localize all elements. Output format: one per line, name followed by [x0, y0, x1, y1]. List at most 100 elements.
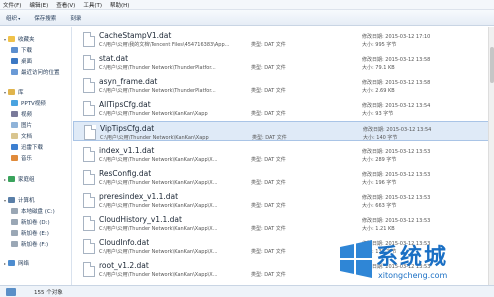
dat-file-icon — [83, 147, 95, 162]
file-modified-date: 修改日期: 2015-03-12 13:58 — [362, 80, 431, 86]
document-icon — [11, 133, 18, 139]
dat-file-icon — [83, 170, 95, 185]
file-size: 大小: 663 字节 — [362, 203, 397, 209]
library-icon — [8, 89, 16, 95]
sidebar-item-label: 图片 — [21, 123, 33, 129]
sidebar-item-label: 文档 — [21, 134, 33, 140]
file-type: 类型: DAT 文件 — [251, 226, 286, 232]
sidebar-item[interactable]: ▾ 计算机 — [4, 195, 35, 205]
search-results-icon — [6, 287, 16, 296]
sidebar-item-label: 本地磁盘 (C:) — [21, 209, 55, 215]
vertical-scrollbar[interactable] — [488, 27, 494, 285]
sidebar-item[interactable]: PPTV视频 — [11, 98, 46, 108]
expand-arrow-icon[interactable]: ▾ — [4, 90, 6, 95]
file-name: VipTipsCfg.dat — [100, 124, 155, 133]
watermark-text: 系统城 — [376, 245, 449, 270]
file-modified-date: 修改日期: 2015-03-12 13:54 — [362, 103, 431, 109]
expand-arrow-icon[interactable]: ▾ — [4, 37, 6, 42]
file-path: C:\用户\公用\Thunder Network\KanKan\Xapp\X..… — [99, 272, 218, 278]
thunder-icon — [11, 144, 18, 150]
sidebar-item[interactable]: ▸ 网络 — [4, 258, 29, 268]
file-row[interactable]: asyn_frame.dat C:\用户\公用\Thunder Network\T… — [73, 75, 494, 95]
sidebar-item-label: 迅雷下载 — [21, 145, 44, 151]
watermark-url: xitongcheng.com — [378, 271, 448, 280]
file-size: 大小: 93 字节 — [362, 111, 394, 117]
file-row[interactable]: preresindex_v1.1.dat C:\用户\公用\Thunder Net… — [73, 190, 494, 210]
sidebar-item[interactable]: ▾ 库 — [4, 87, 24, 97]
file-size: 大小: 140 字节 — [363, 135, 398, 141]
file-modified-date: 修改日期: 2015-03-12 13:54 — [363, 127, 432, 133]
sidebar-item[interactable]: 音乐 — [11, 153, 32, 163]
sidebar-item[interactable]: 桌面 — [11, 56, 32, 66]
sidebar-item[interactable]: ▸ 家庭组 — [4, 174, 35, 184]
file-modified-date: 修改日期: 2015-03-12 13:53 — [362, 149, 431, 155]
sidebar-item[interactable]: 本地磁盘 (C:) — [11, 206, 55, 216]
sidebar-item[interactable]: 视频 — [11, 109, 32, 119]
sidebar-item-label: 下载 — [21, 48, 33, 54]
sidebar-item-label: 库 — [18, 90, 24, 96]
file-path: C:\用户\公用\Thunder Network\KanKan\Xapp\X..… — [99, 226, 218, 232]
sidebar-item[interactable]: 迅雷下载 — [11, 142, 43, 152]
sidebar-item[interactable]: 文档 — [11, 131, 32, 141]
menu-item[interactable]: 查看(V) — [56, 1, 75, 9]
file-modified-date: 修改日期: 2015-03-12 13:53 — [362, 218, 431, 224]
sidebar-item-label: 新加卷 (E:) — [21, 231, 49, 237]
file-row[interactable]: CacheStampV1.dat C:\用户\公用\我的文档\Tencent Fi… — [73, 29, 494, 49]
drive-c-icon — [11, 208, 18, 214]
expand-arrow-icon[interactable]: ▾ — [4, 198, 6, 203]
star-icon — [8, 36, 16, 42]
sidebar-item[interactable]: 最近访问的位置 — [11, 67, 60, 77]
file-path: C:\用户\公用\我的文档\Tencent Files\454716383\Ap… — [99, 42, 230, 48]
organize-button[interactable]: 组织 — [6, 14, 20, 22]
menu-item[interactable]: 工具(T) — [83, 1, 102, 9]
file-name: preresindex_v1.1.dat — [99, 192, 179, 201]
dat-file-icon — [83, 262, 95, 277]
file-row[interactable]: CloudHistory_v1.1.dat C:\用户\公用\Thunder Ne… — [73, 213, 494, 233]
file-modified-date: 修改日期: 2015-03-12 13:53 — [362, 172, 431, 178]
drive-f-icon — [11, 241, 18, 247]
dat-file-icon — [83, 78, 95, 93]
sidebar-item-label: PPTV视频 — [21, 101, 46, 107]
file-modified-date: 修改日期: 2015-03-12 13:53 — [362, 195, 431, 201]
file-type: 类型: DAT 文件 — [251, 249, 286, 255]
dat-file-icon — [83, 101, 95, 116]
computer-icon — [8, 197, 16, 203]
menu-item[interactable]: 编辑(E) — [29, 1, 48, 9]
sidebar-item-label: 新加卷 (D:) — [21, 220, 50, 226]
dat-file-icon — [83, 55, 95, 70]
homegroup-icon — [8, 176, 16, 182]
expand-arrow-icon[interactable]: ▸ — [4, 177, 6, 182]
file-row[interactable]: stat.dat C:\用户\公用\Thunder Network\Thunder… — [73, 52, 494, 72]
sidebar-item[interactable]: 图片 — [11, 120, 32, 130]
file-type: 类型: DAT 文件 — [251, 65, 286, 71]
sidebar-item[interactable]: 新加卷 (E:) — [11, 228, 49, 238]
file-size: 大小: 2.69 KB — [362, 88, 395, 94]
file-modified-date: 修改日期: 2015-03-12 13:58 — [362, 57, 431, 63]
sidebar-item-label: 最近访问的位置 — [21, 70, 60, 76]
menu-item[interactable]: 帮助(H) — [110, 1, 129, 9]
file-type: 类型: DAT 文件 — [251, 272, 286, 278]
file-path: C:\用户\公用\Thunder Network\KanKan\Xapp\X..… — [99, 180, 218, 186]
file-row[interactable]: ResConfig.dat C:\用户\公用\Thunder Network\Ka… — [73, 167, 494, 187]
file-row[interactable]: index_v1.1.dat C:\用户\公用\Thunder Network\K… — [73, 144, 494, 164]
menu-item[interactable]: 文件(F) — [3, 1, 21, 9]
burn-button[interactable]: 刻录 — [70, 14, 81, 22]
file-path: C:\用户\公用\Thunder Network\KanKan\Xapp\X..… — [99, 203, 218, 209]
file-size: 大小: 995 字节 — [362, 42, 397, 48]
sidebar-item-label: 桌面 — [21, 59, 33, 65]
scrollbar-thumb[interactable] — [490, 47, 494, 83]
dat-file-icon — [83, 216, 95, 231]
sidebar-item[interactable]: 新加卷 (D:) — [11, 217, 50, 227]
menu-bar: 文件(F) 编辑(E) 查看(V) 工具(T) 帮助(H) — [0, 0, 494, 10]
expand-arrow-icon[interactable]: ▸ — [4, 261, 6, 266]
file-row[interactable]: AllTipsCfg.dat C:\用户\公用\Thunder Network\K… — [73, 98, 494, 118]
sidebar-item[interactable]: ▾ 收藏夹 — [4, 34, 35, 44]
sidebar-item-label: 新加卷 (F:) — [21, 242, 49, 248]
file-path: C:\用户\公用\Thunder Network\KanKan\Xapp — [99, 111, 208, 117]
save-search-button[interactable]: 保存搜索 — [34, 14, 56, 22]
file-size: 大小: 1.21 KB — [362, 226, 395, 232]
sidebar-item[interactable]: 新加卷 (F:) — [11, 239, 48, 249]
file-row[interactable]: VipTipsCfg.dat C:\用户\公用\Thunder Network\K… — [73, 121, 494, 141]
sidebar-item[interactable]: 下载 — [11, 45, 32, 55]
network-icon — [8, 260, 16, 266]
